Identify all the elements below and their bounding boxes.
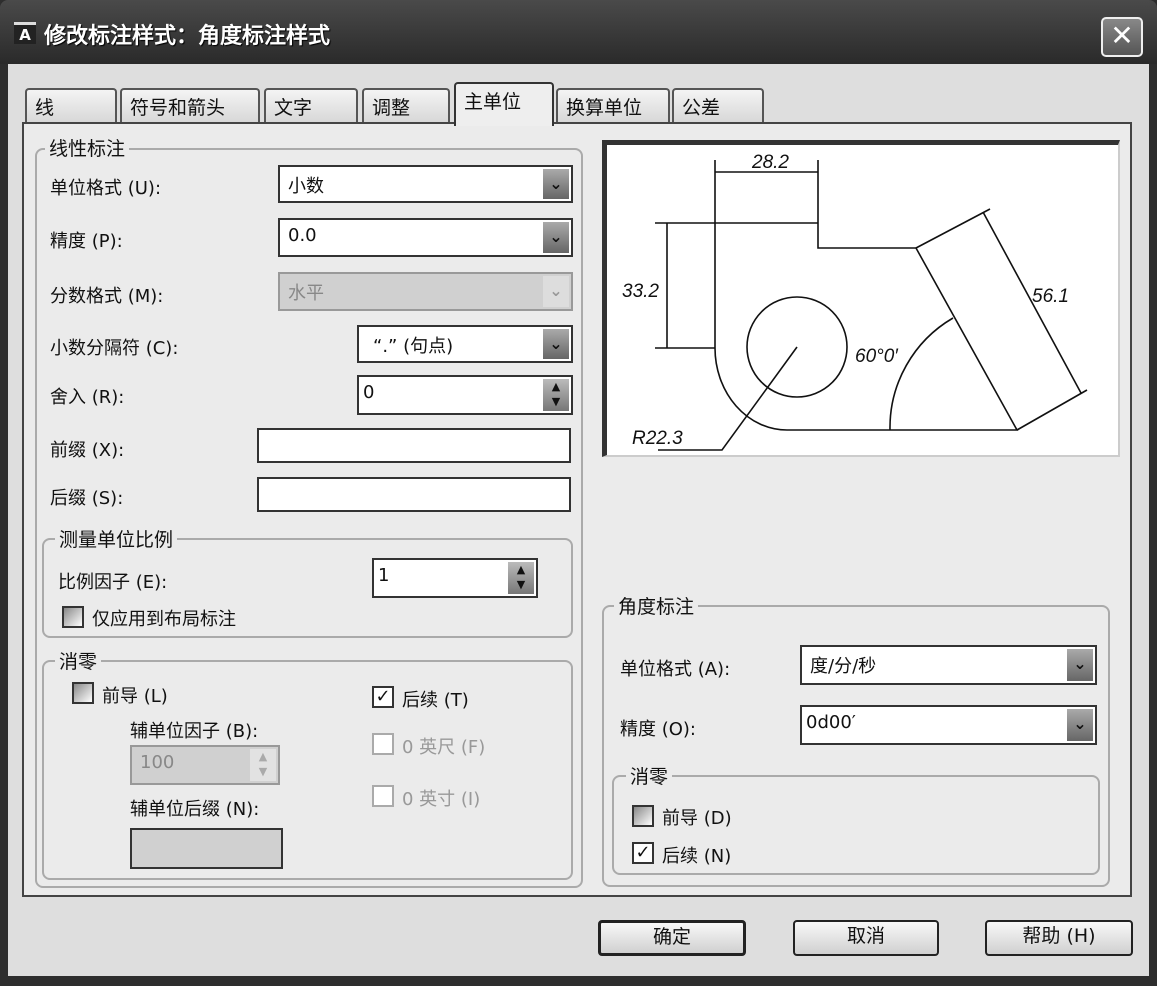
angular-precision-label: 精度 (O):: [620, 719, 696, 740]
leading-label: 前导 (L): [102, 686, 168, 707]
chevron-down-icon[interactable]: ⌄: [543, 222, 569, 253]
sub-unit-suffix-input: [130, 828, 283, 869]
chevron-down-icon[interactable]: ⌄: [543, 169, 569, 199]
angular-leading-checkbox[interactable]: [632, 805, 654, 827]
scale-factor-value: 1: [378, 565, 390, 586]
fraction-format-value: 水平: [288, 283, 324, 304]
spinner-arrows-icon[interactable]: ▲ ▼: [543, 379, 569, 411]
linear-group-label: 线性标注: [45, 134, 130, 161]
sub-unit-factor-spinner: 100 ▲ ▼: [130, 745, 280, 785]
zero-feet-label: 0 英尺 (F): [402, 737, 486, 758]
precision-value: 0.0: [288, 225, 317, 246]
tab-alternate-units[interactable]: 换算单位: [556, 88, 670, 124]
ok-button[interactable]: 确定: [598, 920, 746, 956]
prefix-input[interactable]: [257, 428, 571, 463]
chevron-down-icon[interactable]: ⌄: [543, 329, 569, 359]
precision-select[interactable]: 0.0 ⌄: [278, 218, 573, 257]
suffix-input[interactable]: [257, 477, 571, 512]
chevron-down-icon[interactable]: ⌄: [1067, 649, 1093, 681]
angular-unit-format-select[interactable]: 度/分/秒 ⌄: [800, 645, 1097, 685]
angular-zero-group-label: 消零: [626, 762, 673, 789]
angular-precision-value: 0d00′: [806, 712, 856, 733]
leading-checkbox[interactable]: [72, 682, 94, 704]
window-title: 修改标注样式：角度标注样式: [44, 24, 331, 49]
zero-inches-checkbox: [372, 785, 394, 807]
angular-precision-select[interactable]: 0d00′ ⌄: [800, 705, 1097, 745]
scale-factor-spinner[interactable]: 1 ▲ ▼: [372, 558, 538, 598]
zero-group-label: 消零: [55, 647, 102, 674]
fraction-format-select[interactable]: 水平 ⌄: [278, 272, 573, 311]
help-button[interactable]: 帮助 (H): [985, 920, 1133, 956]
dimension-preview: 28.2 33.2 56.1 60°0′ R22.3: [602, 140, 1120, 457]
trailing-label: 后续 (T): [402, 690, 469, 711]
chevron-down-icon: ⌄: [543, 276, 569, 307]
tab-fit[interactable]: 调整: [362, 88, 450, 124]
decimal-separator-label: 小数分隔符 (C):: [50, 338, 179, 359]
layout-only-checkbox[interactable]: [62, 606, 84, 628]
cancel-button[interactable]: 取消: [793, 920, 939, 956]
round-off-value: 0: [363, 382, 375, 403]
tab-text[interactable]: 文字: [264, 88, 358, 124]
part-outline: [655, 160, 1088, 431]
prefix-label: 前缀 (X):: [50, 440, 125, 461]
round-off-label: 舍入 (R):: [50, 387, 125, 408]
angular-unit-format-value: 度/分/秒: [810, 656, 877, 677]
zero-feet-checkbox: [372, 733, 394, 755]
decimal-separator-select[interactable]: “.” (句点) ⌄: [357, 325, 573, 363]
tab-symbols-arrows[interactable]: 符号和箭头: [120, 88, 260, 124]
scale-factor-label: 比例因子 (E):: [58, 572, 168, 593]
preview-drawing: 28.2 33.2 56.1 60°0′ R22.3: [622, 152, 1088, 451]
angular-trailing-label: 后续 (N): [662, 846, 732, 867]
trailing-checkbox[interactable]: ✓: [372, 686, 394, 708]
dim-text-60: 60°0′: [855, 346, 899, 367]
spinner-arrows-icon: ▲ ▼: [250, 749, 276, 781]
sub-unit-suffix-label: 辅单位后缀 (N):: [130, 799, 260, 820]
close-button[interactable]: ✕: [1101, 17, 1143, 57]
autocad-app-icon: A: [14, 22, 36, 44]
tab-primary-units[interactable]: 主单位: [454, 82, 554, 126]
dim-arc-60: [889, 317, 954, 431]
dim-text-28: 28.2: [751, 152, 789, 173]
unit-format-value: 小数: [288, 176, 324, 197]
dim-text-56: 56.1: [1032, 286, 1069, 307]
suffix-label: 后缀 (S):: [50, 488, 124, 509]
chevron-down-icon[interactable]: ⌄: [1067, 709, 1093, 741]
layout-only-label: 仅应用到布局标注: [92, 609, 236, 630]
title-bar: A 修改标注样式：角度标注样式 ✕: [0, 0, 1157, 64]
unit-format-select[interactable]: 小数 ⌄: [278, 165, 573, 203]
sub-unit-factor-label: 辅单位因子 (B):: [130, 721, 259, 742]
decimal-separator-value: “.” (句点): [373, 336, 454, 357]
angular-group-label: 角度标注: [614, 592, 699, 619]
sub-unit-factor-value: 100: [140, 752, 175, 773]
unit-format-label: 单位格式 (U):: [50, 178, 162, 199]
angular-unit-format-label: 单位格式 (A):: [620, 659, 731, 680]
dim-text-r22: R22.3: [632, 428, 683, 449]
precision-label: 精度 (P):: [50, 231, 123, 252]
angular-trailing-checkbox[interactable]: ✓: [632, 842, 654, 864]
zero-inches-label: 0 英寸 (I): [402, 789, 481, 810]
tab-lines[interactable]: 线: [25, 88, 117, 124]
fraction-format-label: 分数格式 (M):: [50, 286, 164, 307]
scale-group-label: 测量单位比例: [55, 525, 178, 552]
round-off-spinner[interactable]: 0 ▲ ▼: [357, 375, 573, 415]
dim-text-33: 33.2: [622, 281, 659, 302]
angular-leading-label: 前导 (D): [662, 808, 732, 829]
spinner-arrows-icon[interactable]: ▲ ▼: [508, 562, 534, 594]
tab-tolerances[interactable]: 公差: [672, 88, 764, 124]
